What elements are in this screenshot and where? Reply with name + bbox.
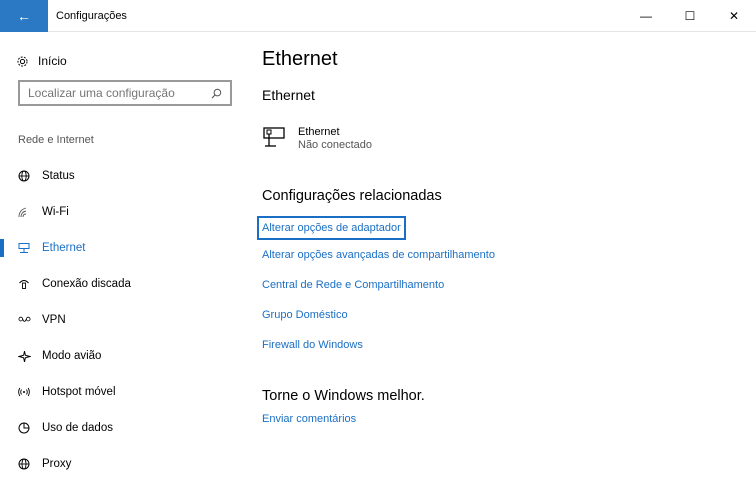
search-icon[interactable] <box>211 88 222 99</box>
window-controls: — ☐ ✕ <box>624 0 756 32</box>
homegroup-link[interactable]: Grupo Doméstico <box>262 306 495 336</box>
nav-item-dialup[interactable]: Conexão discada <box>0 266 240 302</box>
nav-item-label: VPN <box>42 314 66 326</box>
nav-item-proxy[interactable]: Proxy <box>0 446 240 482</box>
windows-firewall-link[interactable]: Firewall do Windows <box>262 336 495 366</box>
proxy-icon <box>18 458 42 470</box>
nav-item-label: Ethernet <box>42 242 86 254</box>
change-adapter-options-link[interactable]: Alterar opções de adaptador <box>257 216 406 240</box>
title-bar: ← Configurações — ☐ ✕ <box>0 0 756 32</box>
nav-item-airplane-mode[interactable]: Modo avião <box>0 338 240 374</box>
device-name: Ethernet <box>298 126 340 138</box>
airplane-icon <box>18 350 42 363</box>
sidebar: Início Rede e Internet Status Wi-Fi Ethe… <box>0 32 240 502</box>
nav-item-mobile-hotspot[interactable]: Hotspot móvel <box>0 374 240 410</box>
improve-windows-title: Torne o Windows melhor. <box>262 388 425 404</box>
ethernet-adapter-icon <box>262 126 298 150</box>
gear-icon <box>16 55 38 68</box>
ethernet-device[interactable]: Ethernet Não conectado <box>262 126 372 151</box>
network-sharing-center-link[interactable]: Central de Rede e Compartilhamento <box>262 276 495 306</box>
send-feedback-link[interactable]: Enviar comentários <box>262 413 356 425</box>
nav-list: Status Wi-Fi Ethernet Conexão discada VP… <box>0 158 240 482</box>
related-settings-title: Configurações relacionadas <box>262 188 442 204</box>
home-label: Início <box>38 54 67 68</box>
minimize-button[interactable]: — <box>624 0 668 32</box>
dialup-icon <box>18 278 42 290</box>
search-box[interactable] <box>18 80 232 106</box>
back-button[interactable]: ← <box>0 0 48 32</box>
maximize-button[interactable]: ☐ <box>668 0 712 32</box>
nav-item-vpn[interactable]: VPN <box>0 302 240 338</box>
globe-icon <box>18 170 42 182</box>
data-usage-icon <box>18 422 42 434</box>
minimize-icon: — <box>640 9 652 23</box>
window-title: Configurações <box>56 10 127 22</box>
nav-item-wifi[interactable]: Wi-Fi <box>0 194 240 230</box>
nav-item-label: Uso de dados <box>42 422 113 434</box>
advanced-sharing-options-link[interactable]: Alterar opções avançadas de compartilham… <box>262 246 495 276</box>
maximize-icon: ☐ <box>684 9 696 23</box>
vpn-icon <box>18 315 42 325</box>
nav-item-label: Proxy <box>42 458 72 470</box>
nav-item-ethernet[interactable]: Ethernet <box>0 230 240 266</box>
section-heading: Ethernet <box>262 87 315 103</box>
nav-item-status[interactable]: Status <box>0 158 240 194</box>
section-label: Rede e Internet <box>18 134 94 146</box>
nav-item-label: Status <box>42 170 75 182</box>
nav-item-label: Wi-Fi <box>42 206 69 218</box>
nav-item-data-usage[interactable]: Uso de dados <box>0 410 240 446</box>
related-links: Alterar opções de adaptador Alterar opçõ… <box>257 216 495 366</box>
back-arrow-icon: ← <box>17 8 31 24</box>
close-icon: ✕ <box>728 9 740 23</box>
page-title: Ethernet <box>262 48 338 70</box>
nav-item-label: Hotspot móvel <box>42 386 116 398</box>
search-input[interactable] <box>28 86 208 100</box>
main-content: Ethernet Ethernet Ethernet Não conectado… <box>257 32 742 502</box>
nav-item-label: Modo avião <box>42 350 102 362</box>
wifi-icon <box>18 206 42 218</box>
device-status: Não conectado <box>298 139 372 151</box>
ethernet-icon <box>18 242 42 254</box>
nav-item-label: Conexão discada <box>42 278 131 290</box>
close-button[interactable]: ✕ <box>712 0 756 32</box>
hotspot-icon <box>18 386 42 398</box>
home-link[interactable]: Início <box>16 50 67 72</box>
